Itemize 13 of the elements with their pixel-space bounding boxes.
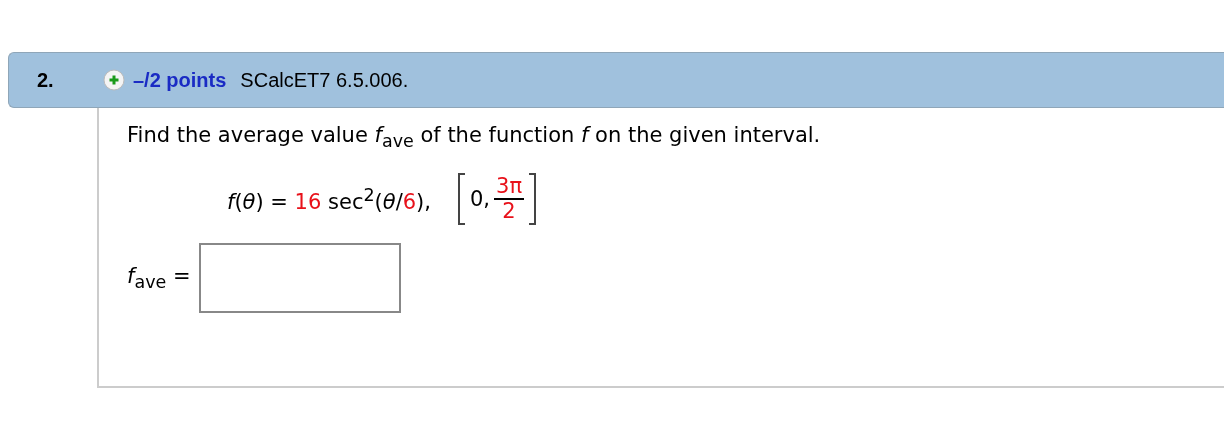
answer-field[interactable]	[198, 243, 401, 314]
points-label: –/2 points	[133, 68, 227, 92]
question-prompt: Find the average value f$_{ave}$ of the function f on the given interval.	[127, 123, 822, 152]
question-number: 2.	[37, 68, 55, 92]
function-formula: f(θ) = 16 sec$^{2}$(θ/6),	[227, 184, 431, 214]
fraction-denominator: 2	[502, 200, 516, 224]
interval-lower-bound: 0,	[469, 187, 490, 212]
fraction-numerator: 3π	[494, 175, 525, 201]
plus-icon[interactable]	[103, 69, 125, 91]
answer-label: f$_{ave}$ =	[127, 264, 191, 293]
right-bracket-icon	[528, 173, 538, 226]
question-source: SCalcET7 6.5.006.	[240, 68, 409, 92]
left-bracket-icon	[456, 173, 466, 226]
